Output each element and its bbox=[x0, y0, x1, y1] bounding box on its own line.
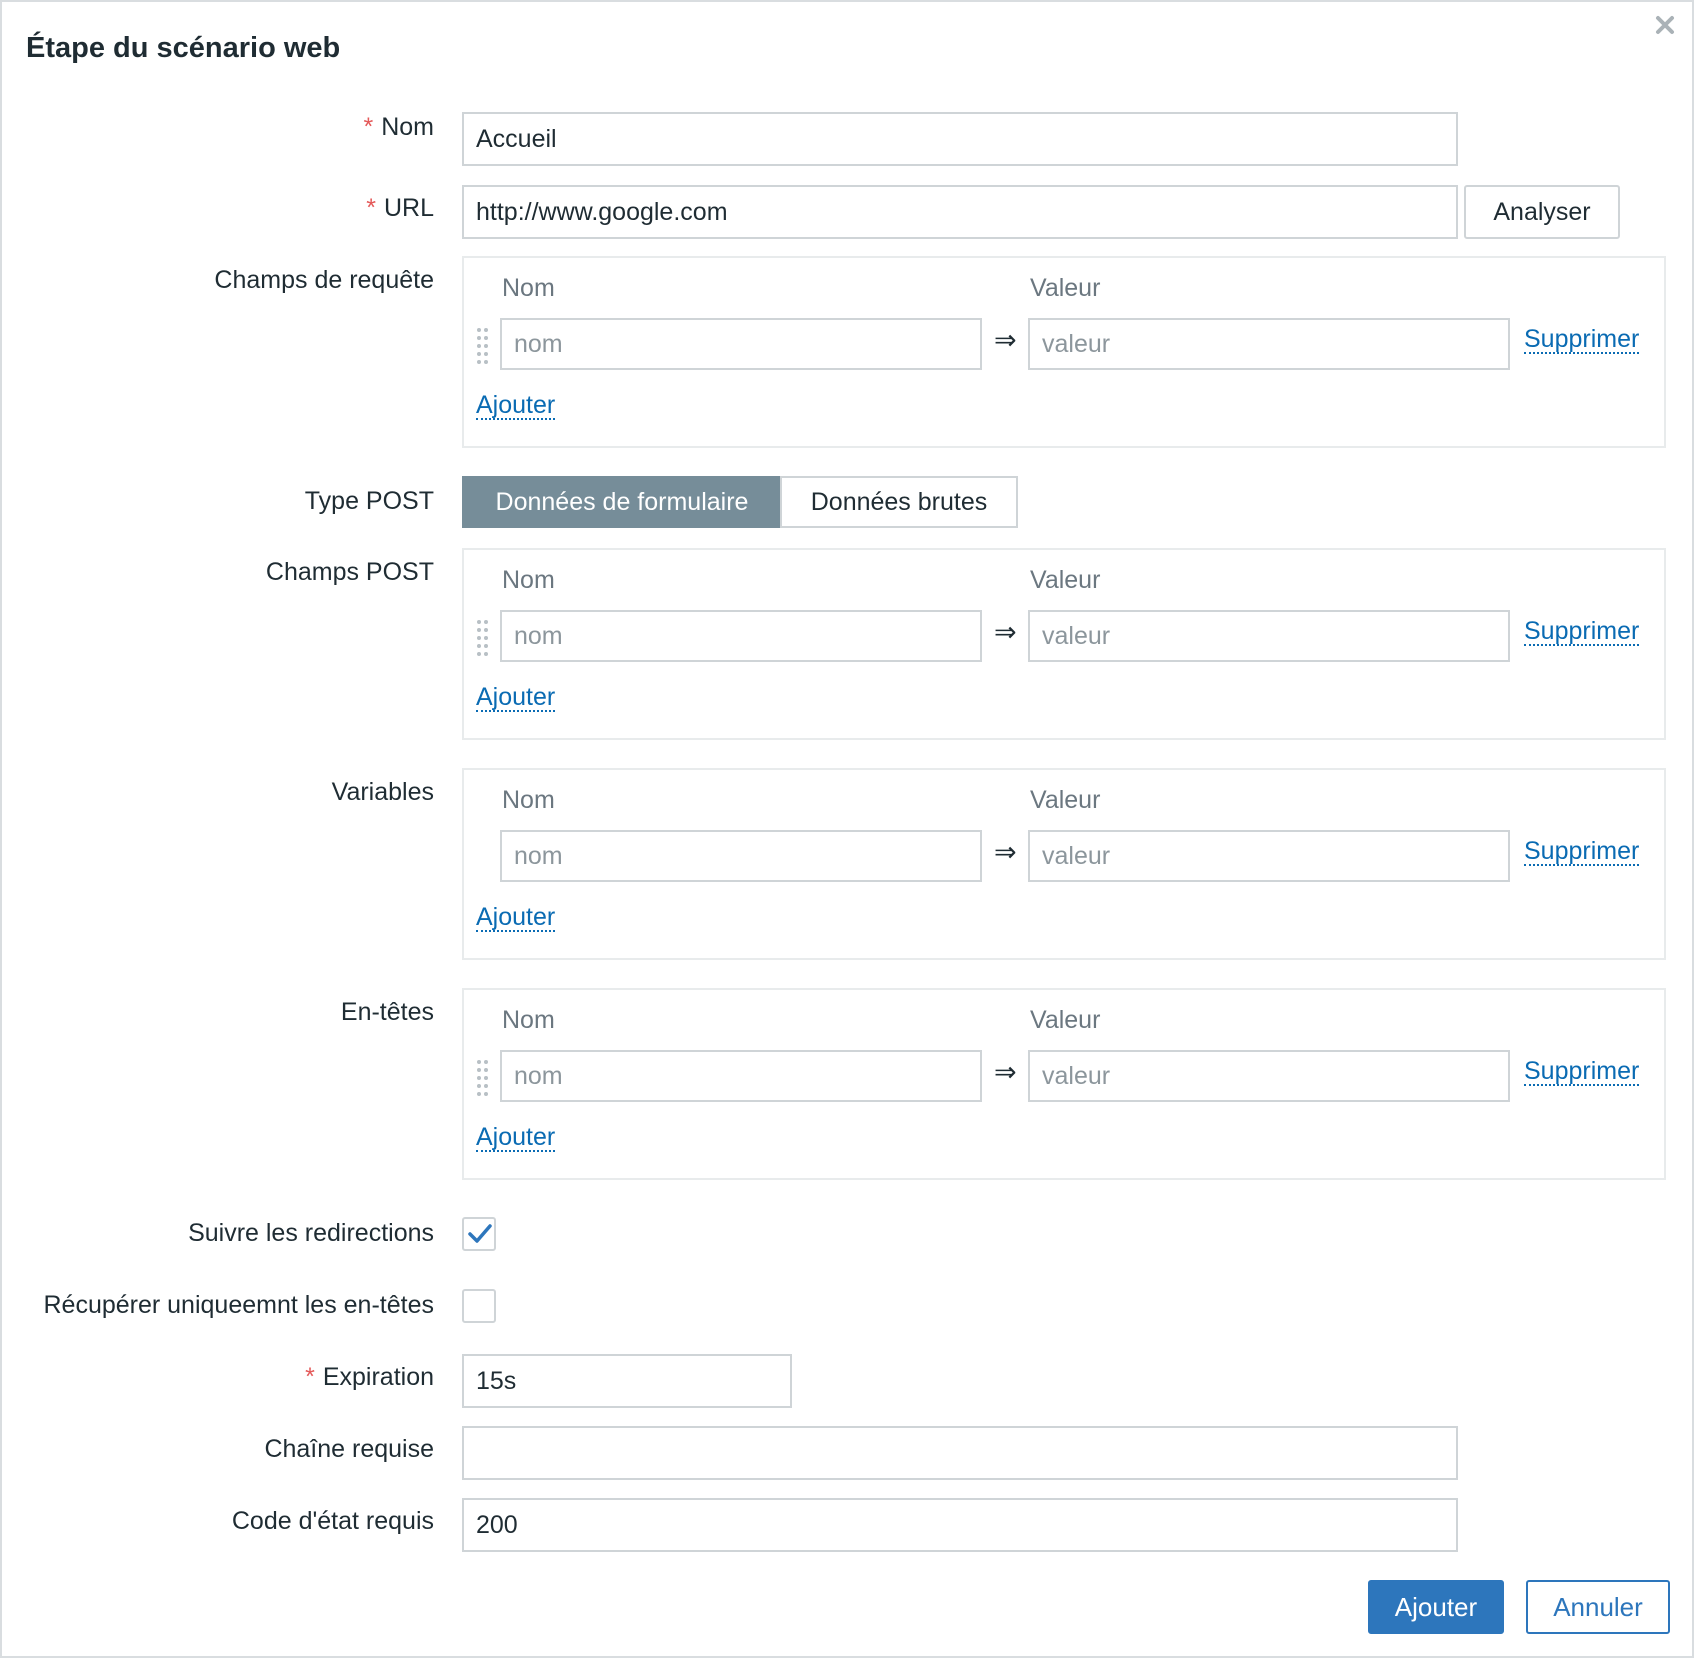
url-label: * URL bbox=[366, 194, 434, 222]
post-name-input[interactable] bbox=[500, 610, 982, 662]
query-name-input[interactable] bbox=[500, 318, 982, 370]
headers-label: En-têtes bbox=[340, 998, 434, 1026]
column-header-name: Nom bbox=[502, 1006, 555, 1034]
follow-redirects-label: Suivre les redirections bbox=[188, 1219, 434, 1247]
add-link[interactable]: Ajouter bbox=[476, 1124, 556, 1153]
retrieve-headers-only-label: Récupérer uniqueemnt les en-têtes bbox=[43, 1291, 434, 1319]
column-header-value: Valeur bbox=[1030, 1006, 1101, 1034]
query-fields-label: Champs de requête bbox=[214, 266, 434, 294]
status-codes-label: Code d'état requis bbox=[231, 1507, 434, 1535]
header-value-input[interactable] bbox=[1028, 1050, 1510, 1102]
name-label: * Nom bbox=[363, 113, 434, 141]
post-type-form-data[interactable]: Données de formulaire bbox=[462, 476, 782, 528]
post-type-label: Type POST bbox=[304, 487, 434, 515]
follow-redirects-checkbox[interactable] bbox=[462, 1217, 496, 1251]
remove-link[interactable]: Supprimer bbox=[1524, 838, 1640, 867]
column-header-name: Nom bbox=[502, 786, 555, 814]
parse-button[interactable]: Analyser bbox=[1464, 185, 1620, 239]
url-input[interactable] bbox=[462, 185, 1458, 239]
required-mark: * bbox=[305, 1363, 315, 1391]
query-value-input[interactable] bbox=[1028, 318, 1510, 370]
add-link[interactable]: Ajouter bbox=[476, 684, 556, 713]
dialog-title: Étape du scénario web bbox=[26, 32, 341, 64]
header-name-input[interactable] bbox=[500, 1050, 982, 1102]
variables-label: Variables bbox=[331, 778, 434, 806]
add-button[interactable]: Ajouter bbox=[1368, 1580, 1504, 1634]
timeout-label: * Expiration bbox=[305, 1363, 434, 1391]
column-header-value: Valeur bbox=[1030, 786, 1101, 814]
drag-handle-icon[interactable] bbox=[476, 1058, 490, 1098]
close-icon[interactable] bbox=[1654, 14, 1680, 40]
arrow-icon: ⇒ bbox=[994, 1057, 1017, 1087]
drag-handle-icon[interactable] bbox=[476, 618, 490, 658]
timeout-input[interactable] bbox=[462, 1354, 792, 1408]
post-type-raw-data[interactable]: Données brutes bbox=[780, 476, 1018, 528]
retrieve-headers-only-checkbox[interactable] bbox=[462, 1289, 496, 1323]
post-fields-label: Champs POST bbox=[265, 558, 434, 586]
column-header-value: Valeur bbox=[1030, 566, 1101, 594]
query-fields-panel: Nom Valeur ⇒ Supprimer Ajouter bbox=[462, 256, 1666, 448]
status-codes-input[interactable] bbox=[462, 1498, 1458, 1552]
web-scenario-step-dialog: Étape du scénario web *Nom *URL Analyser… bbox=[0, 0, 1694, 1658]
required-mark: * bbox=[363, 113, 374, 141]
variable-value-input[interactable] bbox=[1028, 830, 1510, 882]
column-header-value: Valeur bbox=[1030, 274, 1101, 302]
remove-link[interactable]: Supprimer bbox=[1524, 326, 1640, 355]
headers-panel: Nom Valeur ⇒ Supprimer Ajouter bbox=[462, 988, 1666, 1180]
arrow-icon: ⇒ bbox=[994, 837, 1017, 867]
arrow-icon: ⇒ bbox=[994, 325, 1017, 355]
add-link[interactable]: Ajouter bbox=[476, 392, 556, 421]
drag-handle-icon[interactable] bbox=[476, 326, 490, 366]
add-link[interactable]: Ajouter bbox=[476, 904, 556, 933]
remove-link[interactable]: Supprimer bbox=[1524, 618, 1640, 647]
column-header-name: Nom bbox=[502, 274, 555, 302]
post-value-input[interactable] bbox=[1028, 610, 1510, 662]
checkmark-icon bbox=[468, 1224, 492, 1243]
required-string-label: Chaîne requise bbox=[264, 1435, 434, 1463]
required-mark: * bbox=[366, 194, 376, 222]
column-header-name: Nom bbox=[502, 566, 555, 594]
required-string-input[interactable] bbox=[462, 1426, 1458, 1480]
name-input[interactable] bbox=[462, 112, 1458, 166]
cancel-button[interactable]: Annuler bbox=[1526, 1580, 1670, 1634]
remove-link[interactable]: Supprimer bbox=[1524, 1058, 1640, 1087]
post-fields-panel: Nom Valeur ⇒ Supprimer Ajouter bbox=[462, 548, 1666, 740]
arrow-icon: ⇒ bbox=[994, 617, 1017, 647]
variable-name-input[interactable] bbox=[500, 830, 982, 882]
variables-panel: Nom Valeur ⇒ Supprimer Ajouter bbox=[462, 768, 1666, 960]
